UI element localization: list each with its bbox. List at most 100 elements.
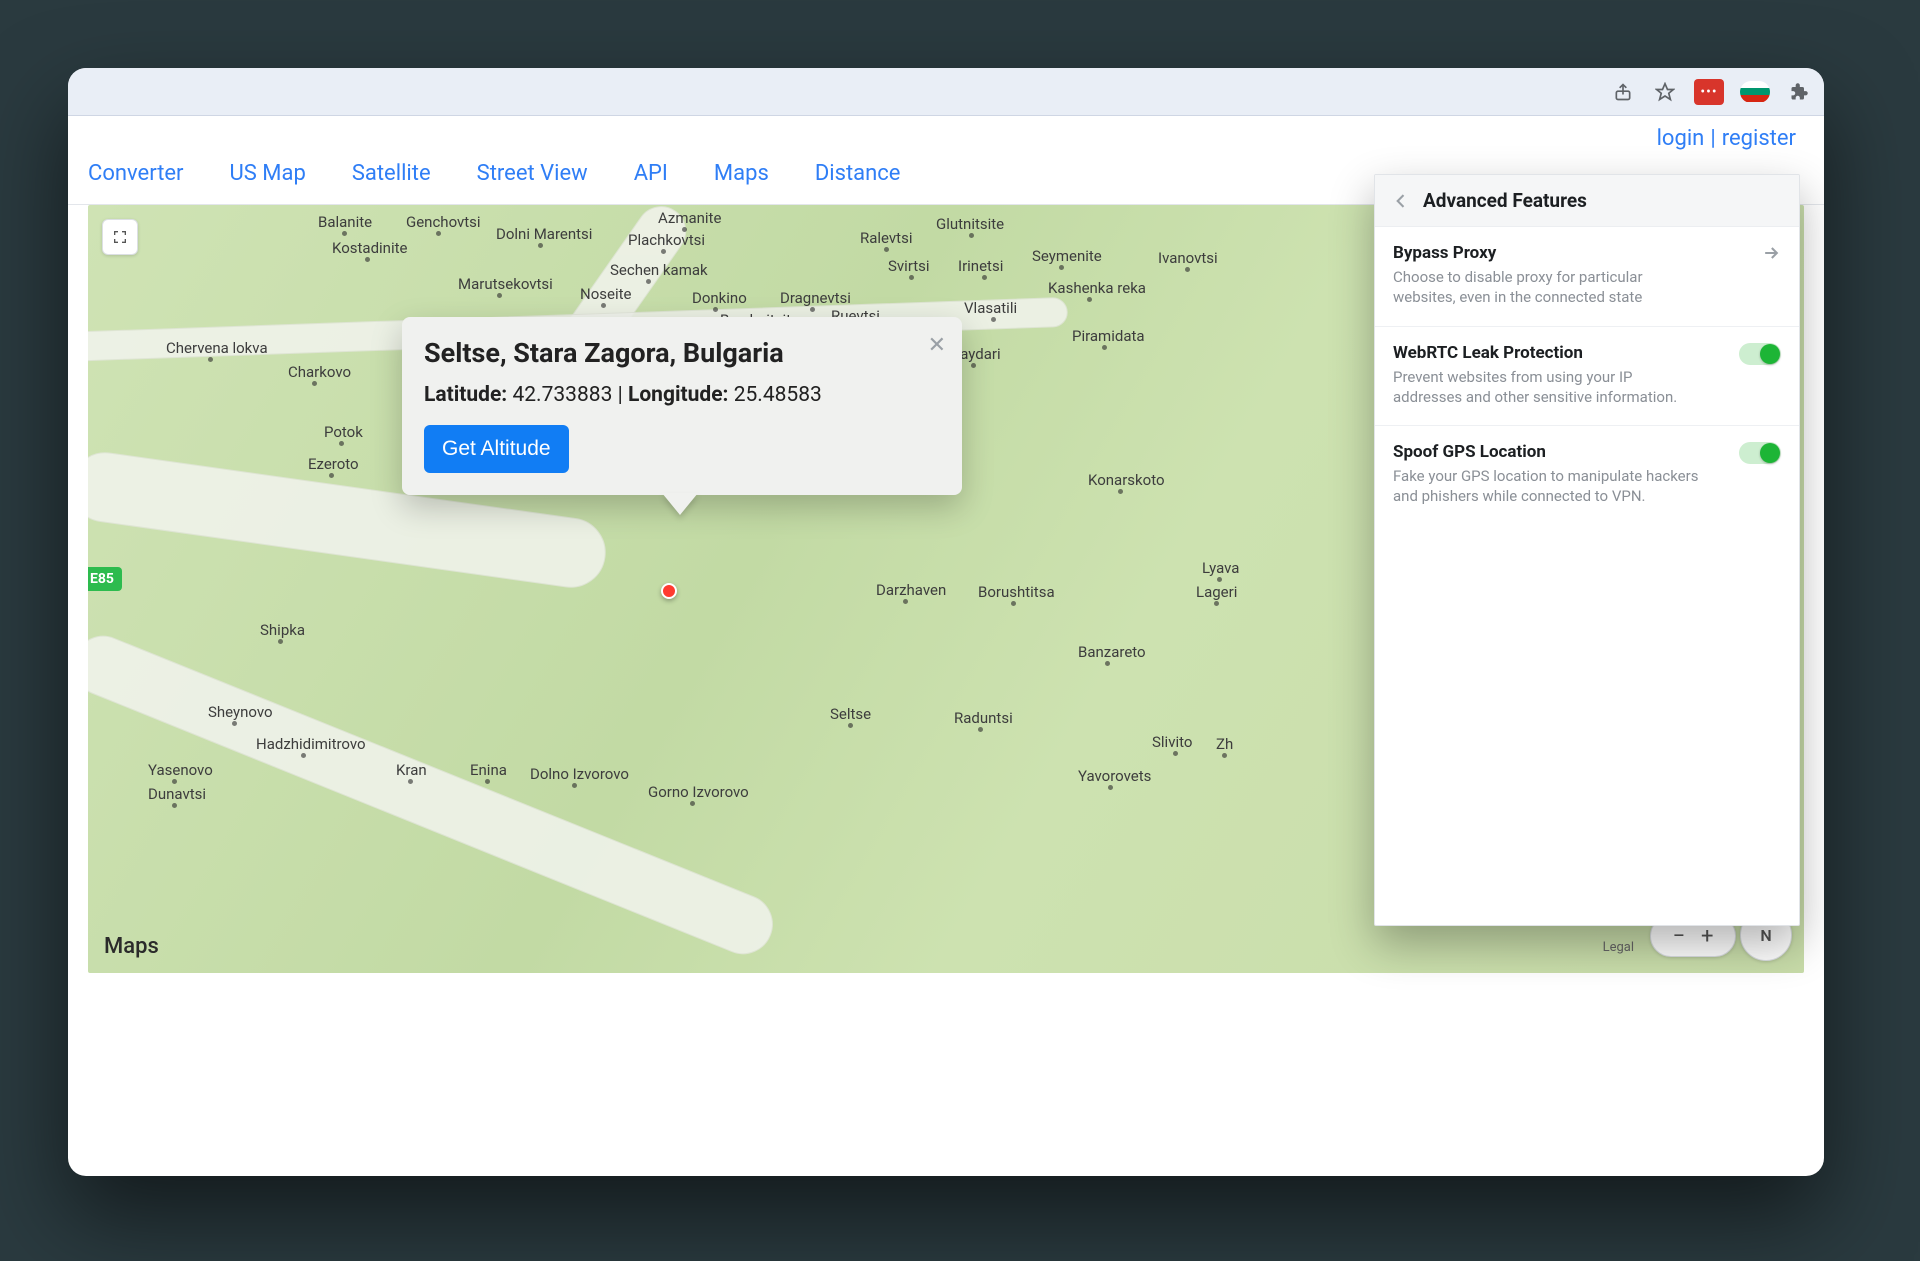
map-place-dot: [1118, 489, 1123, 494]
map-place-dot: [1185, 267, 1190, 272]
map-place-dot: [810, 307, 815, 312]
compass-letter: N: [1760, 926, 1771, 945]
coords-row: Latitude: 42.733883 | Longitude: 25.4858…: [424, 383, 940, 407]
map-marker[interactable]: [661, 583, 677, 599]
toggle-switch[interactable]: [1739, 343, 1781, 365]
lon-value: 25.48583: [734, 383, 822, 407]
bookmark-star-icon[interactable]: [1652, 79, 1678, 105]
lat-label: Latitude:: [424, 383, 507, 407]
map-place-label: Kostadinite: [332, 239, 407, 257]
map-place-dot: [1087, 297, 1092, 302]
map-place-dot: [971, 363, 976, 368]
map-place-label: Noseite: [580, 285, 631, 303]
ext-item-name: Bypass Proxy: [1393, 243, 1703, 263]
coords-sep: |: [618, 383, 628, 407]
ext-title: Advanced Features: [1423, 189, 1587, 212]
map-place-dot: [978, 727, 983, 732]
nav-street-view[interactable]: Street View: [477, 161, 588, 186]
map-place-label: Irinetsi: [958, 257, 1003, 275]
map-place-label: Slivito: [1152, 733, 1192, 751]
nav-maps[interactable]: Maps: [714, 161, 769, 186]
route-badge-e85: E85: [88, 567, 122, 591]
ext-item: Spoof GPS LocationFake your GPS location…: [1375, 426, 1799, 525]
nav-satellite[interactable]: Satellite: [352, 161, 431, 186]
ext-header: Advanced Features: [1375, 175, 1799, 227]
map-place-dot: [538, 243, 543, 248]
map-place-label: Seltse: [830, 705, 871, 723]
ext-item-desc: Prevent websites from using your IP addr…: [1393, 367, 1703, 408]
map-place-dot: [572, 783, 577, 788]
map-place-dot: [278, 639, 283, 644]
map-place-dot: [408, 779, 413, 784]
map-place-label: Lageri: [1196, 583, 1237, 601]
map-place-label: Kashenka reka: [1048, 279, 1146, 297]
map-place-dot: [339, 441, 344, 446]
map-place-label: Borushtitsa: [978, 583, 1055, 601]
map-place-dot: [1102, 345, 1107, 350]
map-place-label: Potok: [324, 423, 363, 441]
nav-api[interactable]: API: [634, 161, 668, 186]
map-place-dot: [903, 599, 908, 604]
toggle-knob: [1760, 443, 1780, 463]
map-place-label: Ivanovtsi: [1158, 249, 1218, 267]
apple-maps-logo: Maps: [102, 934, 159, 959]
map-place-label: Kran: [396, 761, 427, 779]
zoom-in-button[interactable]: +: [1701, 924, 1713, 949]
map-place-label: Lyava: [1202, 559, 1239, 577]
ext-item: Bypass ProxyChoose to disable proxy for …: [1375, 227, 1799, 327]
map-place-label: Seymenite: [1032, 247, 1102, 265]
map-place-label: Banzareto: [1078, 643, 1146, 661]
lon-label: Longitude:: [628, 383, 729, 407]
map-place-label: Charkovo: [288, 363, 351, 381]
chevron-right-icon[interactable]: [1741, 243, 1781, 263]
extensions-puzzle-icon[interactable]: [1786, 79, 1812, 105]
map-place-dot: [436, 231, 441, 236]
map-place-label: Dunavtsi: [148, 785, 206, 803]
map-place-dot: [342, 231, 347, 236]
register-link[interactable]: register: [1722, 126, 1796, 151]
ext-item: WebRTC Leak ProtectionPrevent websites f…: [1375, 327, 1799, 427]
lat-value: 42.733883: [512, 383, 612, 407]
map-place-dot: [848, 723, 853, 728]
map-place-dot: [690, 801, 695, 806]
back-arrow-icon[interactable]: [1391, 191, 1411, 211]
map-place-dot: [1214, 601, 1219, 606]
extension-vpn-flag-icon[interactable]: [1740, 81, 1770, 103]
map-place-label: Svirtsi: [888, 257, 930, 275]
map-place-dot: [1011, 601, 1016, 606]
toggle-switch[interactable]: [1739, 442, 1781, 464]
ext-item-name: Spoof GPS Location: [1393, 442, 1703, 462]
share-icon[interactable]: [1610, 79, 1636, 105]
extension-lastpass-icon[interactable]: •••: [1694, 79, 1724, 105]
map-fullscreen-button[interactable]: [102, 219, 138, 255]
map-place-label: Sechen kamak: [610, 261, 708, 279]
nav-distance[interactable]: Distance: [815, 161, 901, 186]
map-place-dot: [365, 257, 370, 262]
map-place-dot: [884, 247, 889, 252]
popup-close-icon[interactable]: ✕: [928, 333, 946, 358]
map-place-dot: [1108, 785, 1113, 790]
nav-us-map[interactable]: US Map: [230, 161, 306, 186]
map-place-dot: [982, 275, 987, 280]
map-place-label: Ezeroto: [308, 455, 359, 473]
map-legal-link[interactable]: Legal: [1603, 940, 1634, 955]
login-link[interactable]: login: [1657, 126, 1705, 151]
zoom-out-button[interactable]: −: [1672, 924, 1685, 949]
map-place-dot: [682, 227, 687, 232]
map-place-dot: [1173, 751, 1178, 756]
nav-converter[interactable]: Converter: [88, 161, 184, 186]
get-altitude-button[interactable]: Get Altitude: [424, 425, 569, 473]
map-place-dot: [661, 249, 666, 254]
popup-caret-icon: [662, 493, 698, 515]
location-popup: ✕ Seltse, Stara Zagora, Bulgaria Latitud…: [402, 317, 962, 495]
map-place-dot: [232, 721, 237, 726]
map-place-label: Piramidata: [1072, 327, 1145, 345]
map-place-dot: [713, 307, 718, 312]
map-place-dot: [969, 233, 974, 238]
map-place-dot: [909, 275, 914, 280]
vpn-extension-popup: Advanced Features Bypass ProxyChoose to …: [1374, 174, 1800, 926]
map-place-label: Hadzhidimitrovo: [256, 735, 366, 753]
map-place-label: Yavorovets: [1078, 767, 1151, 785]
map-place-label: Dragnevtsi: [780, 289, 851, 307]
ext-empty-area: [1375, 525, 1799, 925]
